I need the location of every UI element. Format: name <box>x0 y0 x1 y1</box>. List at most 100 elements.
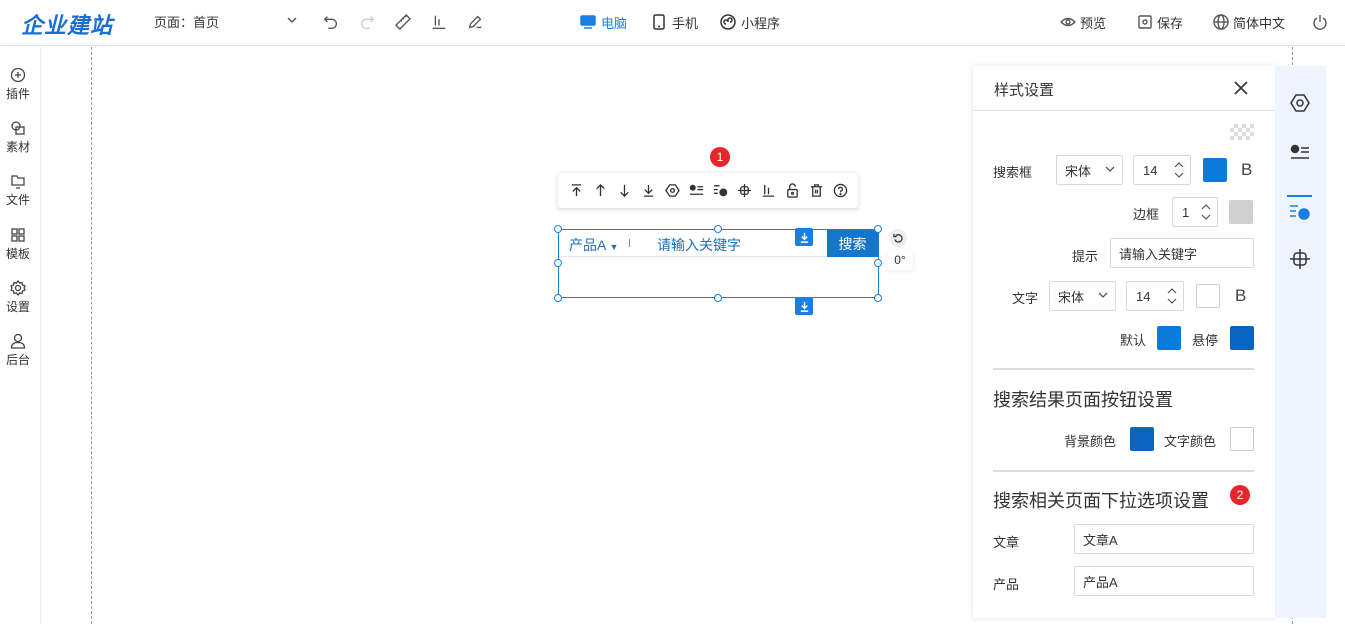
sidebar-item-admin[interactable]: 后台 <box>0 333 36 368</box>
edit-button[interactable] <box>464 11 486 33</box>
chevron-down-icon <box>287 17 297 23</box>
help-icon <box>833 183 847 198</box>
search-widget[interactable]: 产品A ▼ 请输入关键字 搜索 <box>559 230 878 257</box>
settings-button[interactable] <box>662 181 682 201</box>
content-button[interactable] <box>686 181 706 201</box>
default-color-swatch[interactable] <box>1157 326 1181 350</box>
move-to-bottom-button[interactable] <box>638 181 658 201</box>
miniprogram-icon <box>720 14 736 30</box>
sidebar-item-label: 素材 <box>5 140 30 154</box>
resize-handle[interactable] <box>554 294 562 302</box>
device-desktop-label: 电脑 <box>601 15 628 31</box>
style-panel: 样式设置 搜索框 宋体 14 B 边框 1 提示 请输入关键字 文字 宋体 14… <box>973 66 1275 618</box>
article-input[interactable]: 文章A <box>1074 524 1254 554</box>
rail-position[interactable] <box>1287 246 1313 272</box>
left-sidebar: 插件 素材 文件 模板 设置 后台 <box>0 47 41 624</box>
color-swatch[interactable] <box>1230 124 1254 140</box>
user-icon <box>10 333 26 349</box>
style-button[interactable] <box>710 181 730 201</box>
sidebar-item-templates[interactable]: 模板 <box>0 227 36 262</box>
rotate-handle[interactable] <box>889 229 907 247</box>
language-select[interactable]: 简体中文 <box>1213 11 1285 33</box>
resize-handle[interactable] <box>874 294 882 302</box>
size-value: 14 <box>1143 162 1158 178</box>
device-desktop[interactable]: 电脑 <box>580 11 627 33</box>
page-select[interactable]: 页面：首页 <box>154 12 304 32</box>
search-box-font-select[interactable]: 宋体 <box>1056 155 1123 185</box>
search-box-bold-toggle[interactable]: B <box>1241 160 1252 180</box>
sidebar-item-plugins[interactable]: 插件 <box>0 67 36 102</box>
align-bottom-button[interactable] <box>428 11 450 33</box>
ruler-button[interactable] <box>392 11 414 33</box>
search-box-size-stepper[interactable]: 14 <box>1133 155 1191 185</box>
right-rail <box>1275 66 1326 618</box>
device-phone-label: 手机 <box>672 15 699 31</box>
font-value: 宋体 <box>1065 163 1092 179</box>
sidebar-item-materials[interactable]: 素材 <box>0 120 36 155</box>
hint-label: 提示 <box>1072 249 1099 264</box>
delete-button[interactable] <box>806 181 826 201</box>
power-icon <box>1313 15 1327 30</box>
move-down-button[interactable] <box>614 181 634 201</box>
device-phone[interactable]: 手机 <box>651 11 698 33</box>
result-text-label: 文字颜色 <box>1164 434 1217 449</box>
search-box-color-swatch[interactable] <box>1203 158 1227 182</box>
grid-icon <box>11 228 25 242</box>
device-miniprogram[interactable]: 小程序 <box>720 11 780 33</box>
sidebar-item-label: 后台 <box>5 353 30 367</box>
result-section-title: 搜索结果页面按钮设置 <box>993 390 1173 410</box>
stepper-icon <box>1201 204 1211 220</box>
move-up-button[interactable] <box>590 181 610 201</box>
redo-button[interactable] <box>356 11 378 33</box>
align-button[interactable] <box>758 181 778 201</box>
rail-content[interactable] <box>1287 140 1313 166</box>
align-bottom-icon <box>432 15 446 29</box>
edit-icon <box>468 15 482 29</box>
move-to-top-button[interactable] <box>566 181 586 201</box>
preview-button[interactable]: 预览 <box>1060 11 1106 33</box>
resize-handle[interactable] <box>714 294 722 302</box>
text-color-swatch[interactable] <box>1196 284 1220 308</box>
app-logo: 企业建站 <box>21 14 114 39</box>
download-icon <box>800 232 808 243</box>
hint-input[interactable]: 请输入关键字 <box>1110 238 1254 268</box>
result-text-color-swatch[interactable] <box>1230 427 1254 451</box>
sidebar-item-settings[interactable]: 设置 <box>0 280 36 315</box>
border-value: 1 <box>1182 204 1190 220</box>
product-input[interactable]: 产品A <box>1074 566 1254 596</box>
position-button[interactable] <box>734 181 754 201</box>
top-bar: 企业建站 页面：首页 电脑 手机 小程序 预览 保存 简体中文 <box>0 0 1345 46</box>
search-category-select[interactable]: 产品A ▼ <box>569 235 618 255</box>
save-button[interactable]: 保存 <box>1137 11 1183 33</box>
search-button[interactable]: 搜索 <box>827 230 878 257</box>
caret-down-icon: ▼ <box>609 242 619 252</box>
border-width-stepper[interactable]: 1 <box>1172 197 1218 227</box>
redo-icon <box>360 16 375 29</box>
close-button[interactable] <box>1233 80 1251 98</box>
hover-color-swatch[interactable] <box>1230 326 1254 350</box>
sidebar-item-files[interactable]: 文件 <box>0 173 36 208</box>
anchor-button[interactable] <box>795 228 813 246</box>
resize-handle[interactable] <box>874 259 882 267</box>
rail-settings[interactable] <box>1287 90 1313 116</box>
undo-button[interactable] <box>320 11 342 33</box>
separator <box>629 239 630 247</box>
divider <box>993 470 1254 472</box>
resize-handle[interactable] <box>554 225 562 233</box>
rail-active-indicator <box>1287 195 1312 197</box>
text-font-select[interactable]: 宋体 <box>1049 281 1116 311</box>
lock-button[interactable] <box>782 181 802 201</box>
resize-handle[interactable] <box>714 225 722 233</box>
border-color-swatch[interactable] <box>1229 200 1253 224</box>
text-size-stepper[interactable]: 14 <box>1126 281 1184 311</box>
resize-handle[interactable] <box>874 225 882 233</box>
anchor-button[interactable] <box>795 297 813 315</box>
rail-style[interactable] <box>1287 199 1313 225</box>
monitor-icon <box>580 15 596 29</box>
search-input[interactable]: 请输入关键字 <box>657 235 741 255</box>
help-button[interactable] <box>830 181 850 201</box>
resize-handle[interactable] <box>554 259 562 267</box>
result-bg-color-swatch[interactable] <box>1130 427 1154 451</box>
logout-button[interactable] <box>1312 11 1328 33</box>
text-bold-toggle[interactable]: B <box>1235 286 1246 306</box>
